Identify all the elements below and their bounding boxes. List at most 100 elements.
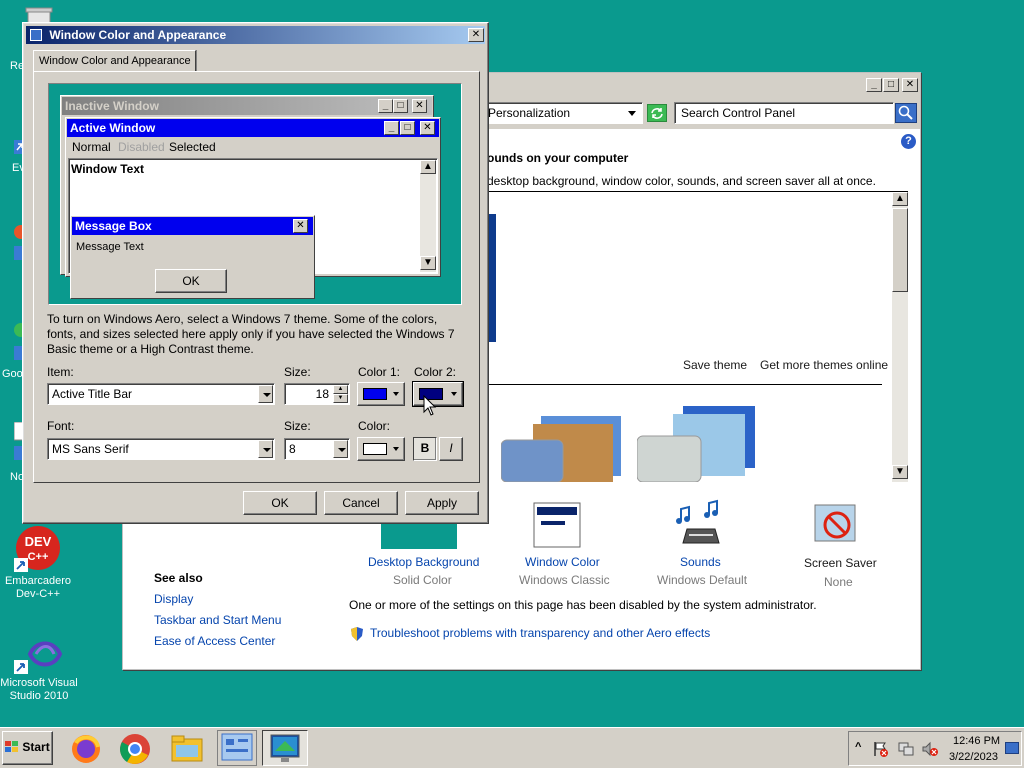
chevron-down-icon[interactable] bbox=[258, 385, 273, 403]
desktop-background-link[interactable]: Desktop Background bbox=[368, 555, 479, 569]
action-center-flag-icon[interactable] bbox=[873, 741, 889, 757]
dialog-title: Window Color and Appearance bbox=[49, 28, 227, 42]
chevron-down-icon[interactable] bbox=[258, 440, 273, 458]
network-icon[interactable] bbox=[898, 741, 914, 757]
italic-button[interactable]: I bbox=[439, 437, 463, 461]
volume-muted-icon[interactable] bbox=[922, 741, 938, 757]
taskbar: Start ^ 12:46 PM 3/22/2023 bbox=[0, 727, 1024, 768]
scroll-thumb[interactable] bbox=[892, 208, 908, 292]
separator bbox=[487, 384, 882, 385]
msgbox-ok-label: OK bbox=[182, 274, 200, 288]
search-input[interactable]: Search Control Panel bbox=[674, 102, 894, 124]
font-size-dropdown[interactable]: 8 bbox=[284, 438, 350, 460]
clock-time[interactable]: 12:46 PM bbox=[953, 735, 1000, 747]
tab-window-color[interactable]: Window Color and Appearance bbox=[33, 50, 196, 72]
close-button[interactable]: ✕ bbox=[902, 78, 918, 92]
sounds-link[interactable]: Sounds bbox=[680, 555, 721, 569]
refresh-icon[interactable] bbox=[647, 104, 667, 122]
control-panel-icon[interactable] bbox=[217, 730, 257, 766]
scroll-down-arrow[interactable]: ▼ bbox=[892, 465, 908, 479]
menu-selected: Selected bbox=[169, 140, 216, 154]
help-icon[interactable]: ? bbox=[901, 134, 916, 149]
address-bar[interactable]: Personalization bbox=[478, 102, 643, 124]
start-label: Start bbox=[22, 740, 50, 754]
theme-thumbnail-1[interactable] bbox=[500, 412, 621, 483]
stepper-up-arrow[interactable]: ▲ bbox=[333, 385, 348, 394]
color2-label: Color 2: bbox=[414, 365, 457, 379]
window-color-dialog: Window Color and Appearance ✕ Window Col… bbox=[22, 22, 489, 524]
bold-button[interactable]: B bbox=[413, 437, 437, 461]
apply-button[interactable]: Apply bbox=[405, 491, 479, 515]
active-title-text: Active Window bbox=[70, 121, 156, 135]
ok-button[interactable]: OK bbox=[243, 491, 317, 515]
bold-label: B bbox=[420, 441, 430, 455]
msgbox-close-button: ✕ bbox=[293, 219, 308, 233]
visual-studio-icon[interactable] bbox=[14, 636, 64, 676]
aero-info-text: To turn on Windows Aero, select a Window… bbox=[47, 312, 455, 356]
preview-message-box: Message Box ✕ Message Text OK bbox=[70, 215, 315, 299]
search-placeholder: Search Control Panel bbox=[681, 106, 796, 120]
preview-maximize-button: □ bbox=[400, 121, 415, 135]
color1-label: Color 1: bbox=[358, 365, 401, 379]
stepper-down-arrow[interactable]: ▼ bbox=[333, 394, 348, 403]
troubleshoot-link[interactable]: Troubleshoot problems with transparency … bbox=[370, 626, 710, 640]
see-also-ease-of-access-link[interactable]: Ease of Access Center bbox=[154, 634, 275, 648]
desktop-icon-label: Embarcadero Dev-C++ bbox=[4, 575, 72, 600]
ok-label: OK bbox=[271, 496, 289, 510]
firefox-icon[interactable] bbox=[70, 733, 102, 765]
chevron-down-icon[interactable] bbox=[333, 440, 348, 458]
devcpp-icon[interactable]: DEV C++ bbox=[14, 526, 64, 572]
save-theme-link[interactable]: Save theme bbox=[683, 358, 747, 372]
mouse-cursor-icon bbox=[423, 394, 439, 417]
desktop-background-value: Solid Color bbox=[393, 573, 452, 587]
see-also-taskbar-link[interactable]: Taskbar and Start Menu bbox=[154, 613, 281, 627]
search-icon[interactable] bbox=[895, 103, 917, 123]
minimize-button[interactable]: _ bbox=[866, 78, 882, 92]
preview-inactive-titlebar: Inactive Window bbox=[62, 97, 432, 115]
window-color-value: Windows Classic bbox=[519, 573, 610, 587]
screen-saver-icon[interactable] bbox=[813, 501, 861, 549]
item-dropdown[interactable]: Active Title Bar bbox=[47, 383, 275, 405]
italic-label: I bbox=[449, 441, 453, 455]
font-dropdown[interactable]: MS Sans Serif bbox=[47, 438, 275, 460]
get-more-themes-link[interactable]: Get more themes online bbox=[760, 358, 888, 372]
menu-disabled: Disabled bbox=[118, 140, 165, 154]
maximize-button[interactable]: □ bbox=[883, 78, 899, 92]
desktop-icon-label: Microsoft Visual Studio 2010 bbox=[0, 677, 78, 702]
theme-thumbnail-2[interactable] bbox=[636, 406, 757, 483]
chrome-icon[interactable] bbox=[119, 733, 151, 765]
size-stepper[interactable]: 18 ▲ ▼ bbox=[284, 383, 350, 405]
shield-icon bbox=[350, 626, 364, 642]
dialog-titlebar: Window Color and Appearance bbox=[26, 26, 485, 44]
font-color-label: Color: bbox=[358, 419, 391, 433]
dialog-close-button[interactable]: ✕ bbox=[468, 28, 484, 42]
scroll-up-arrow[interactable]: ▲ bbox=[892, 192, 908, 206]
screen-saver-link[interactable]: Screen Saver bbox=[804, 556, 877, 570]
show-desktop-icon[interactable] bbox=[1005, 742, 1019, 754]
page-heading: ounds on your computer bbox=[487, 151, 629, 165]
preview-minimize-button: _ bbox=[378, 99, 393, 113]
display-settings-icon[interactable] bbox=[262, 730, 308, 766]
preview-maximize-button: □ bbox=[393, 99, 408, 113]
color1-swatch bbox=[363, 388, 387, 400]
msgbox-titlebar: Message Box bbox=[72, 217, 313, 235]
color1-picker[interactable] bbox=[357, 382, 405, 406]
chevron-down-icon bbox=[451, 392, 457, 396]
clock-date[interactable]: 3/22/2023 bbox=[949, 751, 998, 763]
font-color-picker[interactable] bbox=[357, 437, 405, 461]
chevron-down-icon[interactable] bbox=[628, 111, 636, 116]
sounds-icon[interactable] bbox=[675, 499, 727, 551]
size-label: Size: bbox=[284, 365, 311, 379]
preview-minimize-button: _ bbox=[384, 121, 399, 135]
see-also-display-link[interactable]: Display bbox=[154, 592, 193, 606]
cancel-button[interactable]: Cancel bbox=[324, 491, 398, 515]
explorer-icon[interactable] bbox=[170, 733, 204, 765]
font-label: Font: bbox=[47, 419, 75, 433]
themes-list[interactable]: Save theme Get more themes online ▲ ▼ bbox=[487, 191, 908, 483]
window-color-link[interactable]: Window Color bbox=[525, 555, 600, 569]
show-hidden-icons-icon[interactable]: ^ bbox=[855, 741, 861, 753]
scrollbar[interactable]: ▲ ▼ bbox=[892, 192, 908, 482]
chevron-down-icon bbox=[393, 447, 399, 451]
start-button[interactable]: Start bbox=[2, 731, 53, 765]
window-color-icon[interactable] bbox=[533, 499, 581, 549]
